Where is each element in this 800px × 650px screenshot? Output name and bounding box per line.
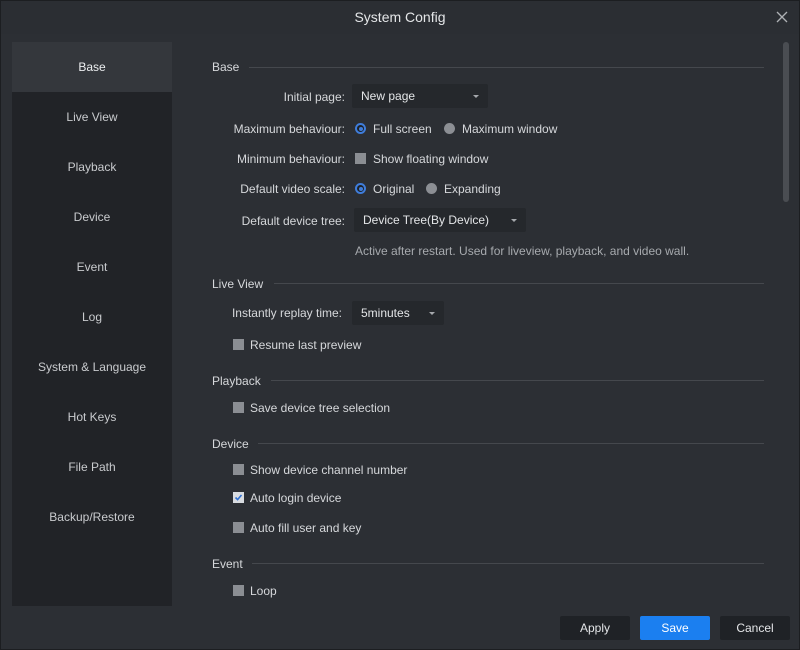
- cancel-button[interactable]: Cancel: [720, 616, 790, 640]
- apply-button[interactable]: Apply: [560, 616, 630, 640]
- save-tree-label: Save device tree selection: [250, 401, 391, 415]
- scrollbar-thumb[interactable]: [783, 42, 789, 202]
- loop-label: Loop: [250, 584, 277, 598]
- resume-preview-label: Resume last preview: [250, 338, 362, 352]
- sidebar-item-device[interactable]: Device: [12, 192, 172, 242]
- show-floating-window-label: Show floating window: [373, 152, 489, 166]
- chevron-down-icon: [429, 312, 435, 315]
- radio-original[interactable]: [355, 183, 366, 194]
- save-tree-checkbox[interactable]: [233, 402, 244, 413]
- sidebar: Base Live View Playback Device Event Log…: [12, 42, 172, 606]
- maximum-window-label: Maximum window: [462, 122, 558, 136]
- section-title-device: Device: [212, 437, 249, 451]
- sidebar-item-system-language[interactable]: System & Language: [12, 342, 172, 392]
- auto-login-label: Auto login device: [250, 491, 342, 505]
- device-tree-value: Device Tree(By Device): [363, 213, 490, 227]
- section-divider: [274, 283, 764, 284]
- radio-full-screen[interactable]: [355, 123, 366, 134]
- initial-page-label: Initial page:: [283, 90, 345, 104]
- save-button[interactable]: Save: [640, 616, 710, 640]
- initial-page-value: New page: [361, 89, 416, 103]
- section-divider: [258, 443, 764, 444]
- sidebar-item-live-view[interactable]: Live View: [12, 92, 172, 142]
- chevron-down-icon: [511, 219, 517, 222]
- min-behaviour-label: Minimum behaviour:: [236, 152, 345, 166]
- check-icon: [234, 494, 243, 501]
- show-floating-window-checkbox[interactable]: [355, 153, 366, 164]
- restart-hint: Active after restart. Used for liveview,…: [355, 244, 690, 258]
- loop-checkbox[interactable]: [233, 585, 244, 596]
- vertical-scrollbar[interactable]: [782, 42, 790, 606]
- video-scale-label: Default video scale:: [240, 182, 345, 196]
- section-divider: [249, 67, 764, 68]
- radio-maximum-window[interactable]: [444, 123, 455, 134]
- sidebar-item-event[interactable]: Event: [12, 242, 172, 292]
- section-title-event: Event: [212, 557, 243, 571]
- expanding-label: Expanding: [444, 182, 501, 196]
- window-title: System Config: [354, 9, 446, 25]
- section-title-playback: Playback: [212, 374, 261, 388]
- sidebar-item-base[interactable]: Base: [12, 42, 172, 92]
- section-title-live-view: Live View: [212, 277, 264, 291]
- system-config-window: System Config Base Live View Playback De…: [0, 0, 800, 650]
- show-channel-label: Show device channel number: [250, 463, 408, 477]
- replay-time-select[interactable]: 5minutes: [352, 301, 444, 325]
- replay-time-label: Instantly replay time:: [231, 306, 342, 320]
- sidebar-item-file-path[interactable]: File Path: [12, 442, 172, 492]
- radio-expanding[interactable]: [426, 183, 437, 194]
- auto-login-checkbox[interactable]: [233, 492, 244, 503]
- section-divider: [252, 563, 764, 564]
- settings-panel: Base Initial page: New page Maximum beha…: [172, 42, 790, 606]
- initial-page-select[interactable]: New page: [352, 84, 488, 108]
- section-title-base: Base: [212, 60, 240, 74]
- max-behaviour-label: Maximum behaviour:: [233, 122, 345, 136]
- resume-preview-checkbox[interactable]: [233, 339, 244, 350]
- device-tree-label: Default device tree:: [241, 214, 345, 228]
- show-channel-checkbox[interactable]: [233, 464, 244, 475]
- auto-fill-label: Auto fill user and key: [250, 521, 362, 535]
- section-divider: [271, 380, 764, 381]
- sidebar-item-backup-restore[interactable]: Backup/Restore: [12, 492, 172, 542]
- title-bar: System Config: [1, 1, 799, 34]
- sidebar-item-playback[interactable]: Playback: [12, 142, 172, 192]
- replay-time-value: 5minutes: [361, 306, 410, 320]
- close-icon: [776, 11, 788, 23]
- close-button[interactable]: [775, 10, 789, 24]
- auto-fill-checkbox[interactable]: [233, 522, 244, 533]
- device-tree-select[interactable]: Device Tree(By Device): [354, 208, 526, 232]
- original-label: Original: [373, 182, 415, 196]
- sidebar-item-hot-keys[interactable]: Hot Keys: [12, 392, 172, 442]
- chevron-down-icon: [473, 95, 479, 98]
- full-screen-label: Full screen: [373, 122, 432, 136]
- sidebar-item-log[interactable]: Log: [12, 292, 172, 342]
